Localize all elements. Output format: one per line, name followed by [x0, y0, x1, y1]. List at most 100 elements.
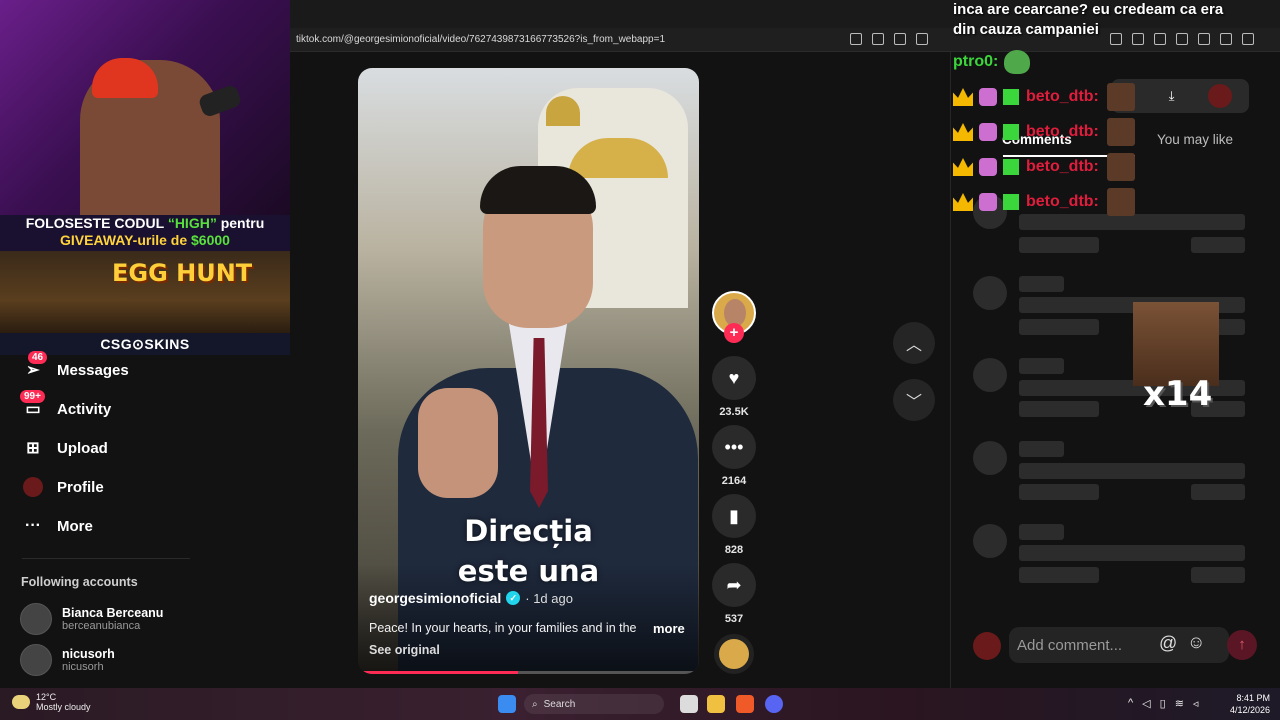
sub-badge-icon — [979, 123, 997, 141]
promo-amount: $6000 — [191, 232, 230, 248]
crown-badge-icon — [953, 123, 973, 141]
start-icon[interactable] — [498, 695, 516, 713]
url-text[interactable]: tiktok.com/@georgesimionoficial/video/76… — [296, 34, 665, 45]
follow-plus-icon[interactable]: + — [724, 323, 744, 343]
task-view-icon[interactable] — [680, 695, 698, 713]
video-progress-bar[interactable] — [358, 671, 699, 674]
system-tray: ^ ◁ ▯ ≋ ◃ — [1128, 697, 1198, 710]
file-explorer-icon[interactable] — [707, 695, 725, 713]
chat-overlay: inca are cearcane? eu credeam ca era din… — [953, 0, 1280, 216]
skeleton-avatar — [973, 441, 1007, 475]
wifi-icon[interactable]: ≋ — [1175, 697, 1184, 710]
account-handle: berceanubianca — [62, 620, 141, 632]
user-avatar-icon[interactable] — [1208, 84, 1233, 108]
video-caption-line-2: este una — [457, 554, 600, 588]
cast-icon[interactable] — [872, 33, 884, 45]
share-button[interactable]: ➦ 537 — [712, 563, 756, 625]
sidebar-item-activity[interactable]: ▭ 99+ Activity — [20, 390, 112, 420]
next-video-button[interactable]: ﹀ — [893, 379, 935, 421]
author-name[interactable]: georgesimionoficial — [369, 590, 501, 606]
mic-icon[interactable]: ▯ — [1160, 697, 1166, 710]
clock-date: 4/12/2026 — [1229, 705, 1270, 715]
skeleton-line — [1019, 237, 1099, 253]
crown-badge-icon — [953, 193, 973, 211]
sub-badge-icon — [979, 158, 997, 176]
discord-icon[interactable] — [765, 695, 783, 713]
skeleton-line — [1019, 524, 1064, 540]
video-player[interactable]: Direcția este una georgesimionoficial ✓ … — [358, 68, 699, 674]
share-icon[interactable] — [916, 33, 928, 45]
sidebar-item-more[interactable]: ··· More — [22, 515, 93, 537]
crown-badge-icon — [953, 88, 973, 106]
chat-row: beto_dtb: — [953, 118, 1135, 146]
chat-username: beto_dtb: — [1026, 158, 1099, 175]
music-disc-icon[interactable] — [714, 634, 754, 674]
chevron-up-icon[interactable]: ^ — [1128, 697, 1133, 710]
more-link[interactable]: more — [653, 621, 685, 636]
chat-username: beto_dtb: — [1026, 123, 1099, 140]
share-arrow-icon[interactable]: ➦ — [712, 563, 756, 607]
previous-video-button[interactable]: ︿ — [893, 322, 935, 364]
skeleton-line — [1019, 441, 1064, 457]
skeleton-line — [1191, 237, 1245, 253]
sidebar-item-profile[interactable]: Profile — [22, 476, 104, 498]
search-label: Search — [543, 698, 576, 710]
taskbar-search[interactable]: ⌕ Search — [524, 694, 664, 714]
emoji-icon[interactable]: ☺ — [1187, 632, 1205, 653]
no-tracking-icon[interactable] — [850, 33, 862, 45]
volume-icon[interactable]: ◃ — [1193, 697, 1199, 710]
ellipsis-icon: ··· — [25, 517, 41, 534]
comment-placeholder[interactable]: Add comment... — [1017, 637, 1122, 654]
arrow-up-icon: ↑ — [1238, 636, 1246, 653]
promo-code: “HIGH” — [167, 215, 217, 231]
like-button[interactable]: ♥ 23.5K — [712, 356, 756, 418]
gift-badge-icon — [1003, 89, 1019, 105]
speaker-icon[interactable]: ◁ — [1142, 697, 1150, 710]
addressbar-tools — [850, 33, 928, 45]
activity-badge: 99+ — [20, 390, 45, 403]
send-button[interactable]: ↑ — [1227, 630, 1257, 660]
skeleton-avatar — [973, 276, 1007, 310]
plus-square-icon: ⊞ — [26, 440, 40, 457]
comment-button[interactable]: ••• 2164 — [712, 425, 756, 487]
zoom-icon[interactable] — [894, 33, 906, 45]
bookmark-icon[interactable]: ▮ — [712, 494, 756, 538]
heart-icon[interactable]: ♥ — [712, 356, 756, 400]
download-icon[interactable]: ⤓ — [1169, 88, 1175, 104]
following-account[interactable]: Bianca Berceanu berceanubianca — [20, 603, 163, 635]
message-icon: ▭ 99+ — [20, 390, 45, 420]
following-account[interactable]: nicusorh nicusorh — [20, 644, 115, 676]
clock[interactable]: 8:41 PM 4/12/2026 — [1222, 692, 1270, 716]
brave-browser-icon[interactable] — [736, 695, 754, 713]
account-handle: nicusorh — [62, 661, 104, 673]
promo-line-2: GIVEAWAY-urile de $6000 — [60, 232, 230, 248]
sidebar-item-label: More — [57, 517, 93, 535]
sidebar-item-messages[interactable]: ➢ 46 Messages — [22, 351, 129, 381]
weather-widget[interactable]: 12°C Mostly cloudy — [12, 692, 91, 712]
skeleton-avatar — [973, 524, 1007, 558]
sidebar-item-label: Activity — [57, 400, 112, 418]
emote-multiplier: x14 — [1143, 374, 1213, 414]
see-original-link[interactable]: See original — [369, 643, 440, 657]
tab-you-may-like[interactable]: You may like — [1157, 132, 1233, 147]
video-person-hand — [418, 388, 498, 498]
video-person-hair — [480, 166, 596, 214]
skeleton-line — [1019, 319, 1099, 335]
comment-icon[interactable]: ••• — [712, 425, 756, 469]
avatar — [20, 603, 52, 635]
chevron-up-icon: ︿ — [905, 337, 922, 354]
like-count: 23.5K — [719, 406, 749, 418]
video-author[interactable]: georgesimionoficial ✓ · 1d ago — [369, 590, 573, 606]
chat-username: beto_dtb: — [1026, 193, 1099, 210]
gift-badge-icon — [1003, 124, 1019, 140]
comment-input[interactable]: Add comment... @ ☺ — [1009, 627, 1229, 663]
save-button[interactable]: ▮ 828 — [712, 494, 756, 556]
chat-line: inca are cearcane? eu credeam ca era — [953, 1, 1224, 18]
sidebar-item-upload[interactable]: ⊞ Upload — [22, 437, 108, 459]
following-title: Following accounts — [21, 575, 138, 589]
mention-icon[interactable]: @ — [1159, 633, 1177, 654]
skeleton-line — [1019, 567, 1099, 583]
chat-row: beto_dtb: — [953, 83, 1135, 111]
post-age: · 1d ago — [525, 590, 573, 606]
face-emote-icon — [1106, 188, 1135, 216]
